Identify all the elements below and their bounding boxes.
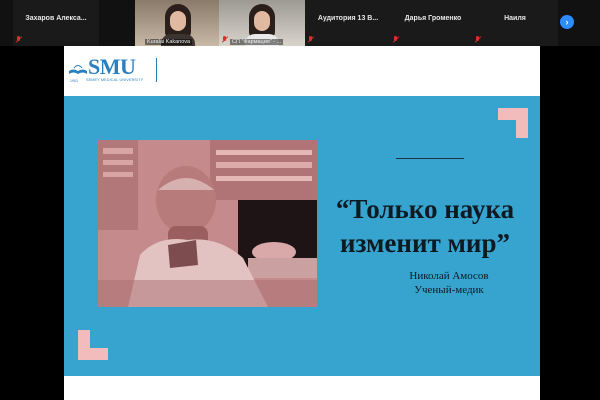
participant-name: СП "Фармация" - ... — [230, 39, 284, 45]
participant-name: Kuralai Kakanova — [145, 39, 193, 45]
quote-author: Николай Амосов Ученый-медик — [364, 269, 534, 297]
logo-text: SMU — [88, 54, 136, 79]
author-name: Николай Амосов — [409, 270, 489, 282]
slide-quote: “Только наука изменит мир” — [335, 194, 515, 258]
shared-slide: SMU SEMEY MEDICAL UNIVERSITY 1953 “Тольк… — [64, 46, 540, 400]
participant-name: Захаров Алекса... — [25, 15, 87, 22]
book-icon — [69, 65, 87, 74]
corner-decoration-icon — [78, 330, 108, 360]
participant-tile-2[interactable]: Kuralai Kakanova — [135, 0, 221, 46]
muted-mic-icon — [393, 36, 399, 43]
logo-year: 1953 — [70, 79, 78, 83]
participant-name: Наиля — [504, 15, 526, 22]
muted-mic-icon — [222, 36, 228, 43]
author-role: Ученый-медик — [414, 284, 484, 296]
participant-strip: Захаров Алекса... Kuralai Kakanova СП "Ф… — [0, 0, 600, 46]
muted-mic-icon — [308, 36, 314, 43]
muted-mic-icon — [475, 36, 481, 43]
slide-panel: “Только наука изменит мир” Николай Амосо… — [64, 96, 540, 376]
participant-tile-3[interactable]: СП "Фармация" - ... — [219, 0, 305, 46]
decorative-line — [396, 158, 464, 159]
participant-tile-6[interactable]: Наиля — [472, 0, 558, 46]
participant-tile-4[interactable]: Аудитория 13 В... — [305, 0, 391, 46]
corner-decoration-icon — [498, 108, 528, 138]
next-page-button[interactable]: › — [560, 15, 574, 29]
participant-name: Аудитория 13 В... — [317, 15, 379, 22]
participant-tile-1[interactable]: Захаров Алекса... — [13, 0, 99, 46]
logo-divider — [156, 58, 157, 82]
logo-subtitle: SEMEY MEDICAL UNIVERSITY — [86, 78, 144, 82]
participant-tile-5[interactable]: Дарья Громенко — [390, 0, 476, 46]
university-logo: SMU SEMEY MEDICAL UNIVERSITY 1953 — [68, 52, 158, 86]
chevron-right-icon: › — [565, 17, 569, 27]
muted-mic-icon — [16, 36, 22, 43]
portrait-photo — [98, 140, 317, 307]
participant-name: Дарья Громенко — [404, 15, 462, 22]
